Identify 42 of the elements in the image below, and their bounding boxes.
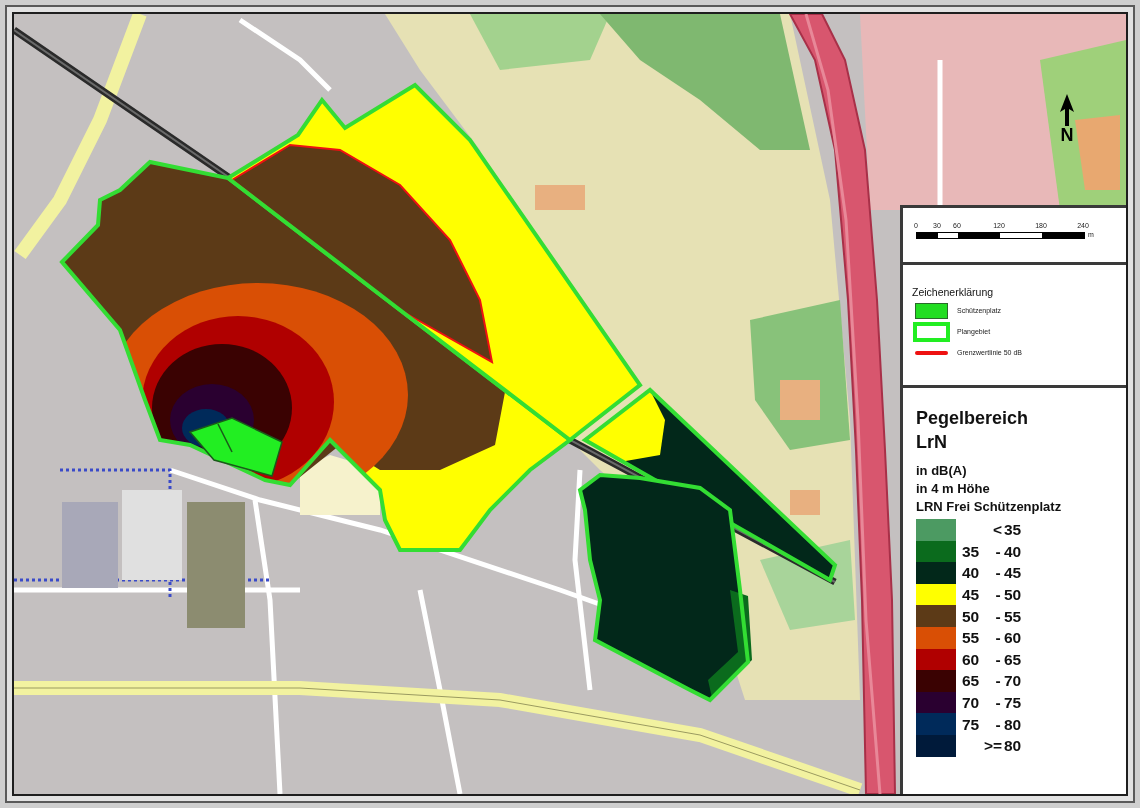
range-separator: - (995, 563, 1001, 583)
range-low: 70 (962, 693, 980, 713)
level-title: Pegelbereich (916, 407, 1029, 430)
range-low: 35 (962, 541, 980, 561)
range-high: 45 (1004, 563, 1022, 583)
range-value: 80 (1004, 736, 1022, 756)
level-subtitle: in 4 m Höhe (916, 480, 990, 498)
range-separator: - (995, 693, 1001, 713)
range-operator: < (992, 520, 1003, 540)
range-high: 65 (1004, 649, 1022, 669)
level-subtitle: in dB(A) (916, 462, 967, 480)
range-value: 35 (1004, 520, 1022, 540)
range-high: 50 (1004, 585, 1022, 605)
sand-area (780, 380, 820, 420)
range-operator: >= (983, 736, 1003, 756)
range-low: 40 (962, 563, 980, 583)
range-low: 50 (962, 606, 980, 626)
range-separator: - (995, 606, 1001, 626)
level-title: LrN (916, 431, 947, 454)
level-subtitle: LRN Frei Schützenplatz (916, 498, 1062, 516)
range-low: 60 (962, 649, 980, 669)
range-low: 65 (962, 671, 980, 691)
range-high: 75 (1004, 693, 1022, 713)
range-high: 55 (1004, 606, 1022, 626)
range-high: 60 (1004, 628, 1022, 648)
range-separator: - (995, 541, 1001, 561)
range-high: 70 (1004, 671, 1022, 691)
range-separator: - (995, 649, 1001, 669)
sand-area (535, 185, 585, 210)
north-label: N (1060, 126, 1074, 144)
range-low: 45 (962, 585, 980, 605)
range-low: 55 (962, 628, 980, 648)
range-high: 40 (1004, 541, 1022, 561)
range-separator: - (995, 671, 1001, 691)
legend-title: Zeichenerklärung (912, 285, 994, 299)
sand-area (790, 490, 820, 515)
range-high: 80 (1004, 714, 1022, 734)
range-separator: - (995, 585, 1001, 605)
range-separator: - (995, 628, 1001, 648)
range-low: 75 (962, 714, 980, 734)
range-separator: - (995, 714, 1001, 734)
north-arrow-icon (1059, 94, 1075, 126)
